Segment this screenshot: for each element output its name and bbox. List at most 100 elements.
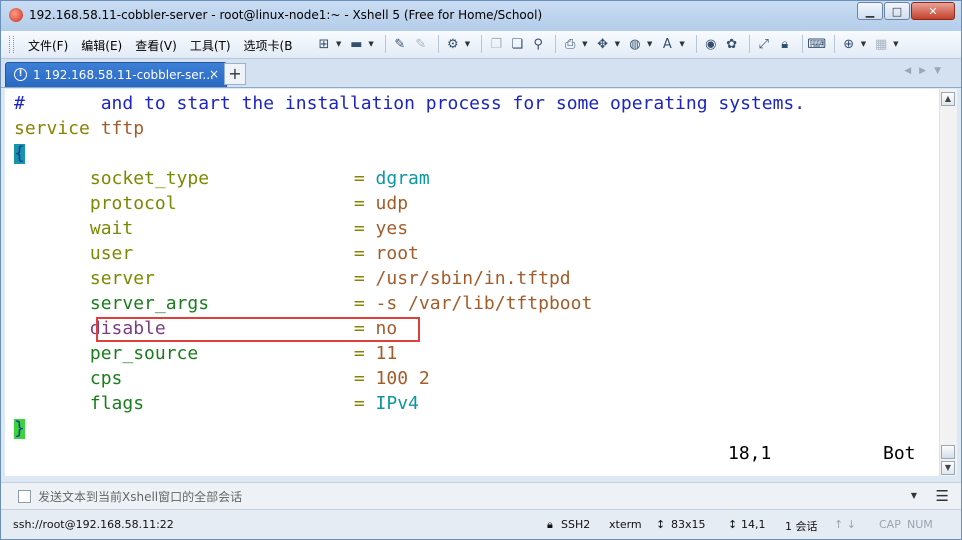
reconnect-icon[interactable]: ✎ [391,35,409,53]
setting-line: server = /usr/sbin/in.tftpd [14,266,571,291]
menu-tools[interactable]: 工具(T) [190,37,231,54]
scroll-down-arrow-icon[interactable]: ▼ [941,461,955,475]
cursor-icon: ↕ [728,518,738,531]
menu-view[interactable]: 查看(V) [135,37,177,54]
setting-equals: = [353,268,365,289]
comment-hash: # [14,93,25,114]
status-connection: ssh://root@192.168.58.11:22 [13,518,174,531]
menu-edit[interactable]: 编辑(E) [81,37,122,54]
setting-value: root [375,243,419,264]
menu-toolbar: 文件(F) 编辑(E) 查看(V) 工具(T) 选项卡(B ⊞ ▼ ▬ ▼ ✎ ✎ … [1,31,961,59]
properties-dropdown-icon[interactable]: ▼ [465,40,470,48]
find-icon[interactable]: ⚲ [529,35,547,53]
new-session-icon[interactable]: ⊞ [315,35,333,53]
print-dropdown-icon[interactable]: ▼ [582,40,587,48]
add-pane-dropdown-icon[interactable]: ▼ [861,40,866,48]
copy-icon[interactable]: ❐ [487,35,505,53]
compose-menu-icon[interactable]: ☰ [936,487,949,505]
print-icon[interactable]: ⎙ [561,35,579,53]
toolbar-separator [555,35,557,53]
close-button[interactable]: ✕ [911,2,955,20]
setting-line: cps = 100 2 [14,366,430,391]
globe-dropdown-icon[interactable]: ▼ [647,40,652,48]
window-title: 192.168.58.11-cobbler-server - root@linu… [29,8,543,22]
highlight-box [96,317,420,342]
comment-text: and to start the installation process fo… [100,93,806,114]
layout-icon[interactable]: ▦ [872,35,890,53]
keyboard-icon[interactable]: ⌨ [807,35,826,53]
setting-key: cps [89,368,123,389]
setting-key: protocol [89,193,177,214]
setting-value: udp [375,193,409,214]
setting-value: /usr/sbin/in.tftpd [375,268,571,289]
setting-value: -s /var/lib/tftpboot [375,293,593,314]
resize-icon: ↕ [656,518,666,531]
terminal-line: # and to start the installation process … [14,91,805,116]
minimize-button[interactable]: ▁ [857,2,883,20]
status-caps: CAP [879,518,901,531]
toolbar-separator [801,35,803,53]
lock-icon[interactable]: 🔒︎ [776,35,794,53]
status-terminal-type: xterm [609,518,642,531]
status-protocol: SSH2 [561,518,591,531]
setting-equals: = [353,218,365,239]
lock-icon: 🔒︎ [547,518,553,531]
toolbar-grip[interactable] [9,36,14,53]
script-icon[interactable]: ✿ [723,35,741,53]
font-dropdown-icon[interactable]: ▼ [679,40,684,48]
tab-bar: ! 1 192.168.58.11-cobbler-ser... × + ◀▶▼ [1,59,961,88]
scroll-up-arrow-icon[interactable]: ▲ [941,92,955,106]
maximize-button[interactable]: □ [884,2,910,20]
transfer-dropdown-icon[interactable]: ▼ [615,40,620,48]
tab-session-1[interactable]: ! 1 192.168.58.11-cobbler-ser... × [5,62,227,87]
setting-value: IPv4 [375,393,419,414]
service-keyword: service [14,118,90,139]
terminal-line: { [14,141,25,166]
fullscreen-icon[interactable]: ⤢ [755,35,773,53]
new-tab-button[interactable]: + [224,63,246,85]
status-bar: ssh://root@192.168.58.11:22 🔒︎ SSH2 xter… [1,509,961,539]
status-size: 83x15 [671,518,706,531]
setting-key: user [89,243,134,264]
xftp-icon[interactable]: ◉ [702,35,720,53]
setting-line: user = root [14,241,419,266]
tab-label: 1 192.168.58.11-cobbler-ser... [33,68,214,82]
menu-file[interactable]: 文件(F) [28,37,68,54]
paste-icon[interactable]: ❏ [508,35,526,53]
compose-dropdown-icon[interactable]: ▼ [911,491,917,500]
terminal-view[interactable]: # and to start the installation process … [5,89,939,476]
title-bar: 192.168.58.11-cobbler-server - root@linu… [1,1,961,31]
open-dropdown-icon[interactable]: ▼ [368,40,373,48]
disconnect-icon[interactable]: ✎ [412,35,430,53]
compose-checkbox[interactable] [18,490,31,503]
setting-equals: = [353,293,365,314]
add-pane-icon[interactable]: ⊕ [840,35,858,53]
menu-tabs[interactable]: 选项卡(B [244,37,293,54]
toolbar-separator [695,35,697,53]
font-icon[interactable]: A [658,35,676,53]
properties-icon[interactable]: ⚙ [444,35,462,53]
toolbar-icons: ⊞ ▼ ▬ ▼ ✎ ✎ ⚙ ▼ ❐ ❏ ⚲ ⎙ ▼ ✥ ▼ ◍ ▼ A ▼ ◉ ✿ ⤢ 🔒︎ … [315,35,905,53]
compose-input[interactable]: 发送文本到当前Xshell窗口的全部会话 [38,488,242,505]
status-position: 14,1 [741,518,766,531]
window-controls: ▁ □ ✕ [856,2,955,22]
tab-close-icon[interactable]: × [209,67,219,81]
open-folder-icon[interactable]: ▬ [347,35,365,53]
session-nav-arrows-icon[interactable]: ↑ ↓ [834,518,856,531]
setting-key: wait [89,218,134,239]
setting-value: dgram [375,168,430,189]
layout-dropdown-icon[interactable]: ▼ [893,40,898,48]
toolbar-separator [384,35,386,53]
setting-equals: = [353,243,365,264]
vim-cursor-position: 18,1 [728,443,772,464]
open-brace: { [14,143,25,164]
terminal-line: service tftp [14,116,144,141]
terminal-scrollbar[interactable]: ▲ ▼ [939,89,957,476]
setting-value: yes [375,218,409,239]
scroll-thumb[interactable] [941,445,955,459]
new-session-dropdown-icon[interactable]: ▼ [336,40,341,48]
close-brace: } [14,418,25,439]
globe-icon[interactable]: ◍ [626,35,644,53]
transfer-icon[interactable]: ✥ [594,35,612,53]
tab-navigation[interactable]: ◀▶▼ [904,66,949,76]
